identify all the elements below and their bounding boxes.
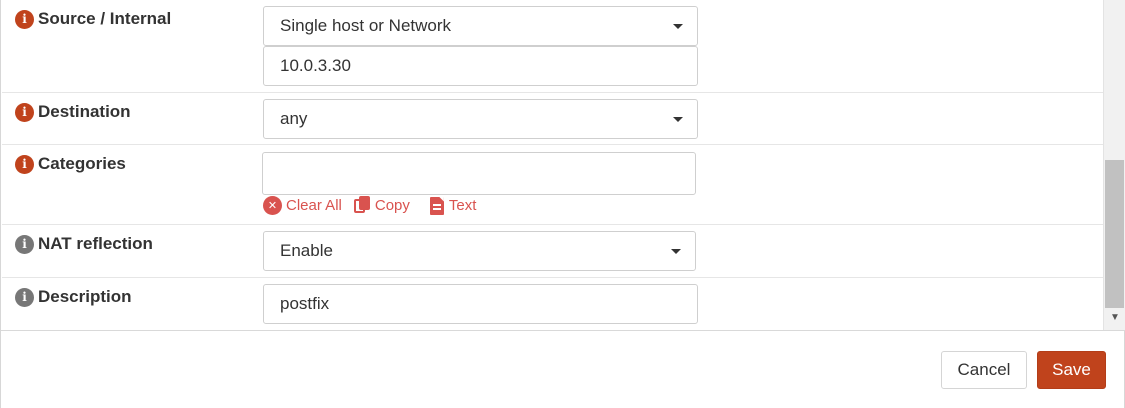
nat-reflection-label: i NAT reflection <box>15 234 153 254</box>
source-address-value: 10.0.3.30 <box>280 56 351 75</box>
destination-select[interactable]: any <box>263 99 698 139</box>
copy-label: Copy <box>374 197 410 214</box>
destination-label: i Destination <box>15 102 131 122</box>
edit-rule-dialog: i Source / Internal Single host or Netwo… <box>0 0 1125 408</box>
text-label: Text <box>448 197 477 214</box>
source-address-input[interactable]: 10.0.3.30 <box>263 46 698 86</box>
clear-all-button[interactable]: ✕ Clear All <box>263 196 342 215</box>
row-destination: i Destination any <box>2 93 1103 145</box>
dialog-footer: Cancel Save <box>1 330 1125 408</box>
nat-reflection-select[interactable]: Enable <box>263 231 696 271</box>
caret-down-icon <box>673 117 683 122</box>
source-type-value: Single host or Network <box>280 16 452 35</box>
row-nat-reflection: i NAT reflection Enable <box>2 225 1103 278</box>
categories-actions: ✕ Clear All Copy Text <box>263 196 488 215</box>
info-icon[interactable]: i <box>15 9 34 29</box>
scroll-down-icon[interactable]: ▼ <box>1110 312 1120 323</box>
scrollbar-thumb[interactable] <box>1105 160 1124 308</box>
source-internal-label: i Source / Internal <box>15 9 171 29</box>
clear-all-label: Clear All <box>286 197 342 214</box>
row-categories: i Categories <box>2 145 1103 225</box>
info-icon[interactable]: i <box>15 234 34 254</box>
categories-label-text: Categories <box>38 154 126 173</box>
destination-value: any <box>280 109 308 128</box>
nat-reflection-value: Enable <box>280 241 333 260</box>
cancel-button[interactable]: Cancel <box>941 351 1027 389</box>
info-icon[interactable]: i <box>15 102 34 122</box>
row-source-internal: i Source / Internal Single host or Netwo… <box>2 0 1103 93</box>
info-icon[interactable]: i <box>15 154 34 174</box>
description-label-text: Description <box>38 287 132 306</box>
categories-input[interactable] <box>262 152 696 195</box>
description-label: i Description <box>15 287 132 307</box>
file-text-icon <box>429 196 444 215</box>
source-internal-label-text: Source / Internal <box>38 9 172 28</box>
info-icon[interactable]: i <box>15 287 34 307</box>
copy-icon <box>353 196 372 215</box>
destination-label-text: Destination <box>38 102 131 121</box>
source-type-select[interactable]: Single host or Network <box>263 6 698 46</box>
form-area: i Source / Internal Single host or Netwo… <box>2 0 1103 330</box>
nat-reflection-label-text: NAT reflection <box>38 234 153 253</box>
description-input[interactable]: postfix <box>263 284 698 324</box>
row-description: i Description postfix <box>2 278 1103 330</box>
caret-down-icon <box>671 249 681 254</box>
description-value: postfix <box>280 294 330 313</box>
save-button[interactable]: Save <box>1037 351 1106 389</box>
x-circle-icon: ✕ <box>263 196 282 215</box>
copy-button[interactable]: Copy <box>353 196 410 215</box>
caret-down-icon <box>673 24 683 29</box>
vertical-scrollbar[interactable]: ▼ <box>1103 0 1125 330</box>
text-button[interactable]: Text <box>429 196 477 215</box>
categories-label: i Categories <box>15 154 126 174</box>
